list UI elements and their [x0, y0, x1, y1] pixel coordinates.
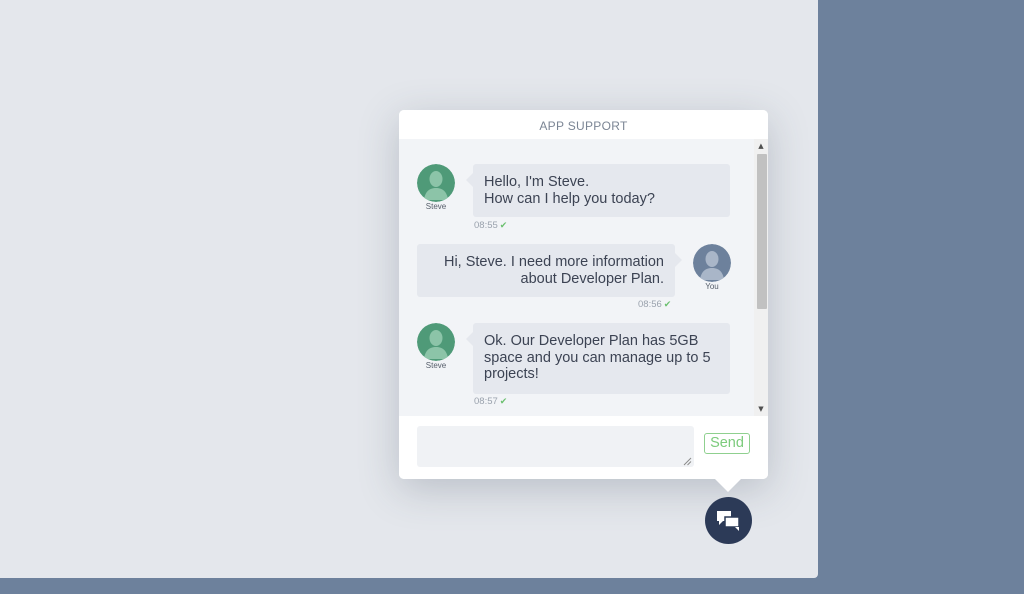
message-text-line: space and you can manage up to 5	[484, 349, 711, 366]
chat-toggle-button[interactable]	[705, 497, 752, 544]
avatar-name: Steve	[425, 361, 447, 370]
message-bubble: Hi, Steve. I need more information about…	[417, 244, 682, 297]
message-text-line: projects!	[484, 366, 539, 382]
scroll-up-arrow-icon[interactable]: ▲	[754, 139, 768, 153]
message-text-line: How can I help you today?	[484, 190, 655, 207]
message-text-line: about Developer Plan.	[520, 270, 665, 287]
person-silhouette-icon	[417, 164, 455, 202]
user-avatar	[693, 244, 731, 282]
chat-scrollbar[interactable]: ▲ ▼	[754, 139, 768, 416]
message-text-line: Ok. Our Developer Plan has 5GB	[484, 333, 699, 349]
chat-messages-panel[interactable]: Steve Hello, I'm Steve. How can I help y…	[399, 139, 768, 416]
scrollbar-thumb[interactable]	[757, 154, 767, 309]
checkmark-icon: ✔	[499, 221, 508, 231]
message-bubble: Hello, I'm Steve. How can I help you tod…	[466, 164, 730, 217]
agent-avatar	[417, 323, 455, 361]
chat-header-title: APP SUPPORT	[399, 110, 768, 139]
message-input[interactable]	[417, 426, 694, 467]
checkmark-icon: ✔	[663, 300, 672, 310]
message-timestamp: 08:56 ✔	[638, 299, 672, 310]
avatar-name: You	[705, 282, 719, 291]
message-timestamp: 08:57 ✔	[474, 396, 508, 407]
chat-window: APP SUPPORT Steve Hello, I'm Steve. How …	[399, 110, 768, 492]
message-text-line: Hi, Steve. I need more information	[443, 254, 664, 270]
chat-input-area: Send	[399, 416, 768, 479]
resize-grip-icon[interactable]	[683, 457, 692, 466]
message-bubble: Ok. Our Developer Plan has 5GB space and…	[466, 323, 730, 394]
person-silhouette-icon	[417, 323, 455, 361]
agent-avatar	[417, 164, 455, 202]
send-button[interactable]: Send	[704, 433, 750, 454]
checkmark-icon: ✔	[499, 397, 508, 407]
message-text-line: Hello, I'm Steve.	[484, 174, 590, 190]
message-timestamp: 08:55 ✔	[474, 220, 508, 231]
scroll-down-arrow-icon[interactable]: ▼	[754, 402, 768, 416]
person-silhouette-icon	[693, 244, 731, 282]
chat-bubbles-icon	[717, 511, 740, 531]
avatar-name: Steve	[425, 202, 447, 211]
